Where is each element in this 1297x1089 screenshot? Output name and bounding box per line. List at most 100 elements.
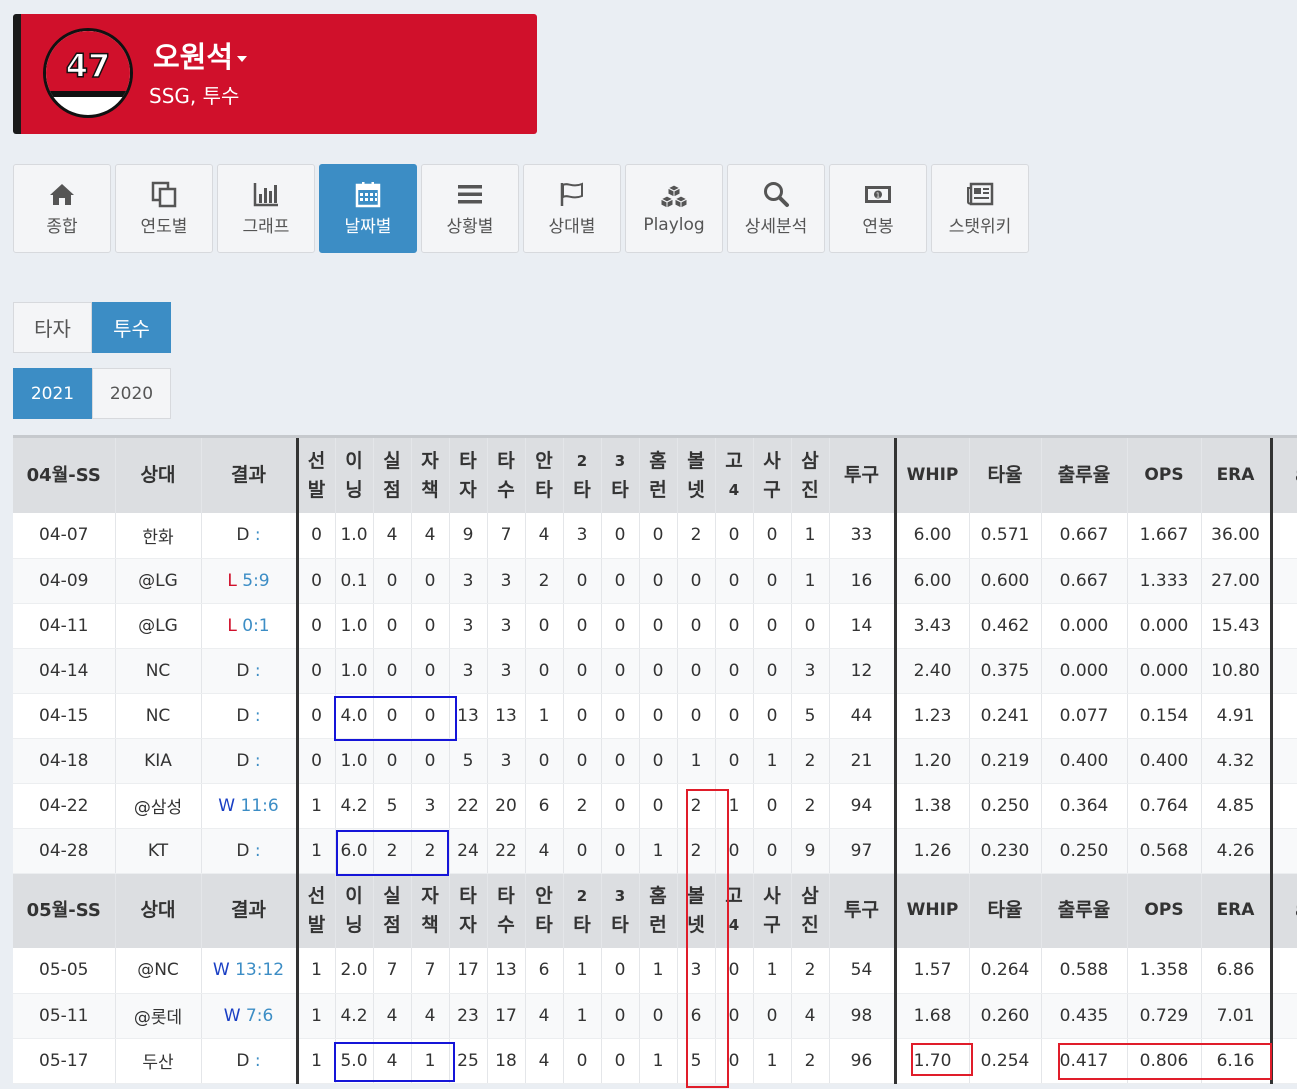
result-score[interactable]: : xyxy=(255,751,261,771)
column-header-line: 타 xyxy=(611,478,629,501)
result-score[interactable]: : xyxy=(255,841,261,861)
column-header-result[interactable]: 결과 xyxy=(201,438,298,513)
table-row[interactable]: 05-17 두산 D :1 5.0 4 1 25 18 4 0 0 1 5 0 1 2 96 1.70 0.254 0… xyxy=(13,1038,1297,1084)
cell-stat: 5 xyxy=(677,1038,716,1084)
column-header-opponent[interactable]: 상대 xyxy=(115,438,202,513)
column-header-rate[interactable]: OPS xyxy=(1127,873,1202,948)
column-header-stat[interactable]: 볼넷 xyxy=(677,873,716,948)
cell-stat: 4.2 xyxy=(335,783,374,829)
column-header-extra[interactable]: a xyxy=(1269,873,1297,948)
column-header-rate[interactable]: ERA xyxy=(1201,873,1272,948)
column-header-stat[interactable]: 홈런 xyxy=(639,438,678,513)
cell-rate: 4.32 xyxy=(1201,738,1272,784)
nav-stat-wiki[interactable]: 스탯위키 xyxy=(931,164,1029,253)
table-row[interactable]: 05-05 @NC W 13:12 1 2.0 7 7 17 13 6 1 0 1 3 0 1 2 54 1.57 0… xyxy=(13,948,1297,994)
nav-situation[interactable]: 상황별 xyxy=(421,164,519,253)
result-score[interactable]: : xyxy=(255,661,261,681)
column-header-stat[interactable]: 타자 xyxy=(449,873,488,948)
column-header-rate[interactable]: WHIP xyxy=(893,873,970,948)
column-header-extra[interactable]: a xyxy=(1269,438,1297,513)
cell-rate: 0.417 xyxy=(1041,1038,1128,1084)
column-header-rate[interactable]: 타율 xyxy=(969,873,1042,948)
table-row[interactable]: 04-15 NC D :0 4.0 0 0 13 13 1 0 0 0 0 0 0 5 44 1.23 0.241 0… xyxy=(13,693,1297,739)
cell-stat: 0 xyxy=(373,603,412,649)
column-header-stat[interactable]: 안타 xyxy=(525,438,564,513)
result-score[interactable]: 5:9 xyxy=(242,571,269,591)
table-row[interactable]: 04-22 @삼성 W 11:6 1 4.2 5 3 22 20 6 2 0 0 2 1 0 2 94 1.38 0.… xyxy=(13,783,1297,829)
result-score[interactable]: : xyxy=(255,706,261,726)
column-header-stat[interactable]: 선발 xyxy=(295,438,336,513)
cell-rate: 0.000 xyxy=(1127,603,1202,649)
cell-stat: 1 xyxy=(525,693,564,739)
result-score[interactable]: 13:12 xyxy=(235,960,284,980)
column-header-rate[interactable]: 타율 xyxy=(969,438,1042,513)
result-score[interactable]: 0:1 xyxy=(242,616,269,636)
column-header-stat[interactable]: 타수 xyxy=(487,873,526,948)
column-header-stat[interactable]: 2타 xyxy=(563,873,602,948)
result-score[interactable]: 11:6 xyxy=(241,796,279,816)
nav-graph[interactable]: 그래프 xyxy=(217,164,315,253)
nav-playlog[interactable]: Playlog xyxy=(625,164,723,253)
nav-by-date[interactable]: 날짜별 xyxy=(319,164,417,253)
column-header-stat[interactable]: 이닝 xyxy=(335,438,374,513)
result-score[interactable]: 7:6 xyxy=(246,1006,273,1026)
column-header-line: 타 xyxy=(497,449,515,472)
section-header-month[interactable]: 05월-SS xyxy=(13,873,116,948)
column-header-stat[interactable]: 볼넷 xyxy=(677,438,716,513)
column-header-stat[interactable]: 삼진 xyxy=(791,873,830,948)
table-row[interactable]: 04-28 KT D :1 6.0 2 2 24 22 4 0 0 1 2 0 0 9 97 1.26 0.230 0… xyxy=(13,828,1297,874)
column-header-stat[interactable]: 선발 xyxy=(295,873,336,948)
column-header-rate[interactable]: 출루율 xyxy=(1041,438,1128,513)
column-header-stat[interactable]: 실점 xyxy=(373,438,412,513)
nav-salary[interactable]: 1 연봉 xyxy=(829,164,927,253)
column-header-stat[interactable]: 2타 xyxy=(563,438,602,513)
table-row[interactable]: 05-11 @롯데 W 7:6 1 4.2 4 4 23 17 4 1 0 0 6 0 0 4 98 1.68 0.2… xyxy=(13,993,1297,1039)
column-header-rate[interactable]: OPS xyxy=(1127,438,1202,513)
player-name-dropdown[interactable]: 오원석 xyxy=(153,34,248,76)
result-score[interactable]: : xyxy=(255,525,261,545)
column-header-stat[interactable]: 사구 xyxy=(753,873,792,948)
column-header-stat[interactable]: 안타 xyxy=(525,873,564,948)
column-header-rate[interactable]: 출루율 xyxy=(1041,873,1128,948)
column-header-line: 수 xyxy=(497,913,515,936)
cell-stat: 0 xyxy=(525,603,564,649)
column-header-stat[interactable]: 홈런 xyxy=(639,873,678,948)
section-header-month[interactable]: 04월-SS xyxy=(13,438,116,513)
column-header-rate[interactable]: WHIP xyxy=(893,438,970,513)
toggle-pitcher[interactable]: 투수 xyxy=(92,302,171,353)
nav-by-year[interactable]: 연도별 xyxy=(115,164,213,253)
column-header-stat[interactable]: 타자 xyxy=(449,438,488,513)
table-row[interactable]: 04-14 NC D :0 1.0 0 0 3 3 0 0 0 0 0 0 0 3 12 2.40 0.375 0.0… xyxy=(13,648,1297,694)
nav-vs-opponent[interactable]: 상대별 xyxy=(523,164,621,253)
cell-stat: 0 xyxy=(753,828,792,874)
column-header-stat[interactable]: 3타 xyxy=(601,438,640,513)
column-header-stat[interactable]: 타수 xyxy=(487,438,526,513)
column-header-stat[interactable]: 사구 xyxy=(753,438,792,513)
column-header-stat[interactable]: 실점 xyxy=(373,873,412,948)
table-row[interactable]: 04-07 한화 D :0 1.0 4 4 9 7 4 3 0 0 2 0 0 1 33 6.00 0.571 0.6… xyxy=(13,513,1297,559)
column-header-rate[interactable]: ERA xyxy=(1201,438,1272,513)
column-header-line: 구 xyxy=(763,478,781,501)
toggle-year-2020[interactable]: 2020 xyxy=(92,368,171,419)
column-header-stat[interactable]: 자책 xyxy=(411,873,450,948)
toggle-hitter[interactable]: 타자 xyxy=(13,302,92,353)
column-header-pitches[interactable]: 투구 xyxy=(829,873,896,948)
nav-overview[interactable]: 종합 xyxy=(13,164,111,253)
column-header-stat[interactable]: 고4 xyxy=(715,438,754,513)
column-header-result[interactable]: 결과 xyxy=(201,873,298,948)
cell-stat: 2 xyxy=(791,738,830,784)
result-score[interactable]: : xyxy=(255,1051,261,1071)
column-header-stat[interactable]: 자책 xyxy=(411,438,450,513)
cell-stat: 0 xyxy=(601,693,640,739)
column-header-stat[interactable]: 3타 xyxy=(601,873,640,948)
column-header-stat[interactable]: 이닝 xyxy=(335,873,374,948)
column-header-opponent[interactable]: 상대 xyxy=(115,873,202,948)
table-row[interactable]: 04-09 @LG L 5:9 0 0.1 0 0 3 3 2 0 0 0 0 0 0 1 16 6.00 0.600… xyxy=(13,558,1297,604)
table-row[interactable]: 04-11 @LG L 0:1 0 1.0 0 0 3 3 0 0 0 0 0 0 0 0 14 3.43 0.462… xyxy=(13,603,1297,649)
toggle-year-2021[interactable]: 2021 xyxy=(13,368,92,419)
column-header-stat[interactable]: 고4 xyxy=(715,873,754,948)
column-header-stat[interactable]: 삼진 xyxy=(791,438,830,513)
table-row[interactable]: 04-18 KIA D :0 1.0 0 0 5 3 0 0 0 0 1 0 1 2 21 1.20 0.219 0.… xyxy=(13,738,1297,784)
column-header-pitches[interactable]: 투구 xyxy=(829,438,896,513)
nav-detail-analysis[interactable]: 상세분석 xyxy=(727,164,825,253)
